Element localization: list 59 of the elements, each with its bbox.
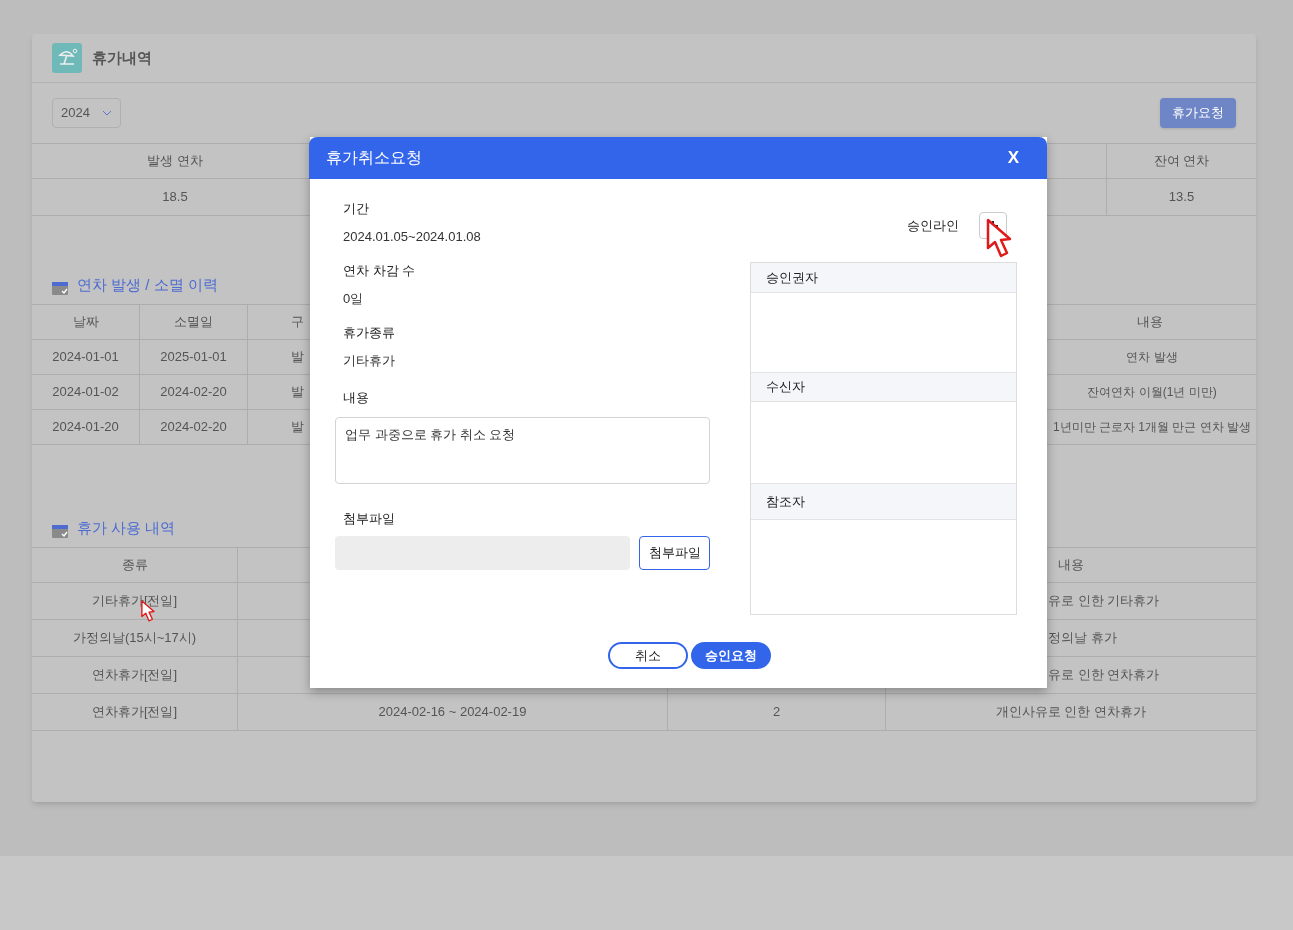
table-cell-text: 1년미만 근로자 1개월 만근 연차 발생 (1053, 419, 1251, 436)
column-header: 소멸일 (174, 313, 213, 332)
table-cell-text: 2024-02-20 (160, 418, 227, 437)
field-label: 휴가종류 (343, 324, 396, 342)
section-header: 수신자 (751, 372, 1016, 402)
field-label: 내용 (343, 390, 369, 405)
field-label: 연차 차감 수 (343, 262, 417, 280)
field-label: 기간 (343, 200, 370, 218)
table-cell-text: 잔여연차 이월(1년 미만) (1087, 384, 1217, 401)
table-cell-text: 유로 인한 연차휴가 (1048, 666, 1160, 685)
column-header: 내용 (1137, 313, 1163, 332)
table-cell-text: 정의날 휴가 (1048, 629, 1117, 648)
submit-button[interactable]: 승인요청 (691, 642, 771, 669)
table-cell-text: 유로 인한 기타휴가 (1048, 592, 1160, 611)
column-header: 잔여 연차 (1153, 152, 1210, 171)
calendar-icon (51, 523, 69, 539)
section-title: 휴가 사용 내역 (77, 517, 176, 538)
table-cell-text: 발 (291, 418, 304, 437)
field-value: 기타휴가 (343, 351, 396, 370)
table-cell-text: 18.5 (162, 188, 188, 207)
page-title: 휴가내역 (92, 47, 152, 68)
table-cell-text: 2025-01-01 (160, 348, 227, 367)
table-cell-text: 가정의날(15시~17시) (72, 629, 197, 648)
chevron-down-icon (102, 110, 112, 116)
table-cell-text: 연차휴가[전일] (91, 703, 178, 722)
year-select[interactable]: 2024 (52, 98, 121, 128)
content-field[interactable]: 업무 과중으로 휴가 취소 요청 (335, 417, 710, 484)
table-cell-text: 연차휴가[전일] (91, 666, 178, 685)
close-button[interactable]: X (1007, 145, 1019, 171)
dialog-title: 휴가취소요청 (326, 148, 422, 168)
calendar-icon (51, 280, 69, 296)
table-cell-text: 2024-01-02 (52, 383, 119, 402)
column-header: 구 (291, 313, 304, 332)
section-title: 연차 발생 / 소멸 이력 (77, 274, 218, 295)
table-cell-text: 2024-01-20 (52, 418, 119, 437)
table-cell-text: 2024-01-01 (52, 348, 119, 367)
table-cell-text: 기타휴가[전일] (91, 592, 178, 611)
beach-icon (52, 43, 82, 73)
table-cell-text: 2024-02-16 ~ 2024-02-19 (378, 703, 527, 722)
approval-line-label: 승인라인 (907, 216, 959, 235)
table-cell-text: 발 (291, 348, 304, 367)
table-cell-text: 발 (291, 383, 304, 402)
attach-file-button[interactable]: 첨부파일 (639, 536, 710, 570)
column-header: 날짜 (72, 313, 99, 332)
column-header: 발생 연차 (147, 152, 203, 171)
request-button[interactable]: 휴가요청 (1160, 98, 1236, 128)
table-cell-text: 개인사유로 인한 연차휴가 (995, 703, 1147, 722)
field-value: 0일 (343, 289, 365, 308)
table-cell-text: 13.5 (1168, 188, 1195, 207)
table-cell-text: 연차 발생 (1126, 349, 1178, 366)
field-label: 첨부파일 (343, 511, 395, 526)
table-cell-text: 2 (772, 703, 781, 722)
section-header: 승인권자 (751, 263, 1016, 293)
column-header: 내용 (1058, 556, 1084, 575)
field-value: 2024.01.05~2024.01.08 (343, 227, 482, 246)
table-cell-text: 2024-02-20 (160, 383, 227, 402)
column-header: 종류 (121, 556, 148, 575)
cancel-button[interactable]: 취소 (608, 642, 688, 669)
section-header: 참조자 (751, 483, 1016, 520)
